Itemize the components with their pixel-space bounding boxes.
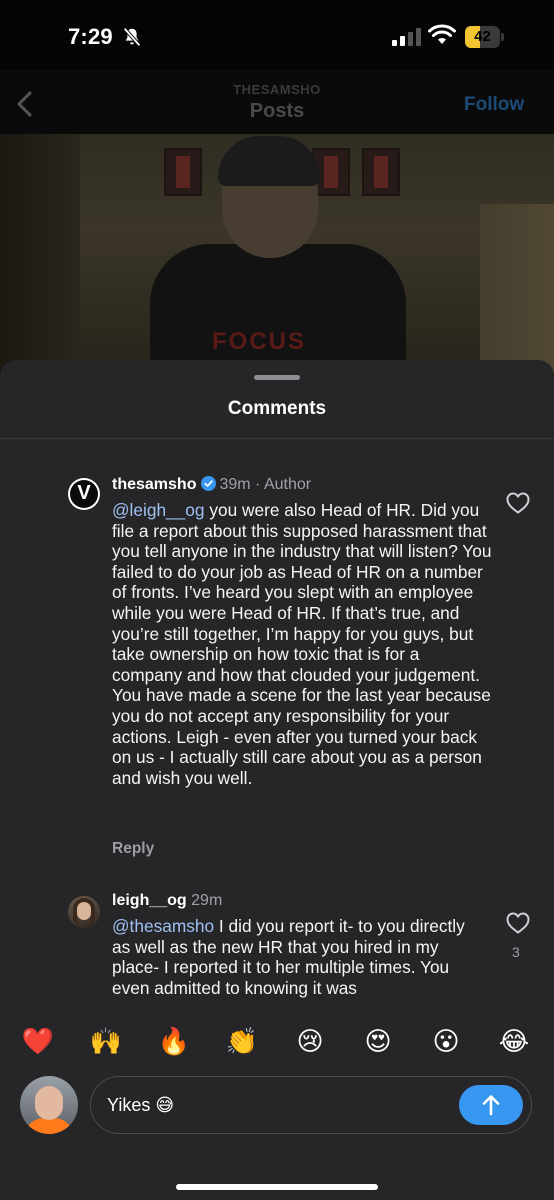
status-bar: 7:29 42 (0, 0, 554, 70)
home-indicator (176, 1184, 378, 1190)
comment-time: 29m (191, 892, 223, 909)
comment-body: you were also Head of HR. Did you file a… (112, 500, 492, 788)
comment-composer: Yikes 😅 (0, 1068, 554, 1200)
wifi-icon (428, 24, 456, 44)
comment-input-value[interactable]: Yikes 😅 (107, 1095, 174, 1116)
comment-meta: thesamsho 39m · Author (112, 476, 311, 494)
comment-username[interactable]: thesamsho (112, 476, 196, 493)
comment-meta: leigh__og 29m (112, 892, 222, 910)
sheet-grabber[interactable] (254, 375, 300, 380)
cellular-signal-icon (392, 28, 421, 46)
post-video[interactable]: FOCUS (0, 134, 554, 374)
comment-username[interactable]: leigh__og (112, 892, 187, 909)
bell-slash-icon (123, 27, 141, 47)
emoji-clapping-hands-button[interactable]: 👏 (222, 1024, 262, 1058)
emoji-heart-button[interactable]: ❤️ (18, 1024, 58, 1058)
comment-text: @thesamsho I did you report it- to you d… (112, 916, 484, 1026)
send-button[interactable] (459, 1085, 523, 1125)
emoji-raised-hands-button[interactable]: 🙌 (86, 1024, 126, 1058)
emoji-reaction-bar: ❤️ 🙌 🔥 👏 😢 😍 😮 😂 (0, 1016, 554, 1064)
avatar-letter: V (77, 482, 91, 504)
verified-badge-icon (201, 476, 217, 491)
comment-text: @leigh__og you were also Head of HR. Did… (112, 500, 492, 788)
avatar[interactable] (68, 896, 100, 928)
emoji-crying-face-button[interactable]: 😢 (290, 1024, 330, 1058)
comment-input[interactable]: Yikes 😅 (90, 1076, 532, 1134)
comment-time: 39m (219, 476, 251, 493)
avatar[interactable]: V (68, 478, 100, 510)
emoji-surprised-face-button[interactable]: 😮 (426, 1024, 466, 1058)
meta-separator: · (250, 476, 264, 493)
follow-button[interactable]: Follow (464, 94, 524, 116)
arrow-up-icon (482, 1095, 500, 1116)
reply-button[interactable]: Reply (112, 840, 154, 858)
emoji-heart-eyes-button[interactable]: 😍 (358, 1024, 398, 1058)
comment-mention[interactable]: @thesamsho (112, 916, 214, 936)
divider (0, 438, 554, 439)
heart-outline-icon[interactable] (506, 912, 530, 934)
emoji-fire-button[interactable]: 🔥 (154, 1024, 194, 1058)
battery-level: 42 (474, 28, 491, 45)
my-avatar (20, 1076, 78, 1134)
author-label: Author (263, 476, 312, 493)
emoji-tears-of-joy-button[interactable]: 😂 (494, 1024, 534, 1058)
like-count: 3 (512, 944, 520, 960)
sheet-title: Comments (227, 398, 327, 419)
heart-outline-icon[interactable] (506, 492, 530, 514)
battery-icon: 42 (465, 26, 505, 48)
top-nav-bar: THESAMSHO Posts Follow (0, 70, 554, 134)
comment-mention[interactable]: @leigh__og (112, 500, 205, 520)
status-time: 7:29 (68, 24, 113, 49)
